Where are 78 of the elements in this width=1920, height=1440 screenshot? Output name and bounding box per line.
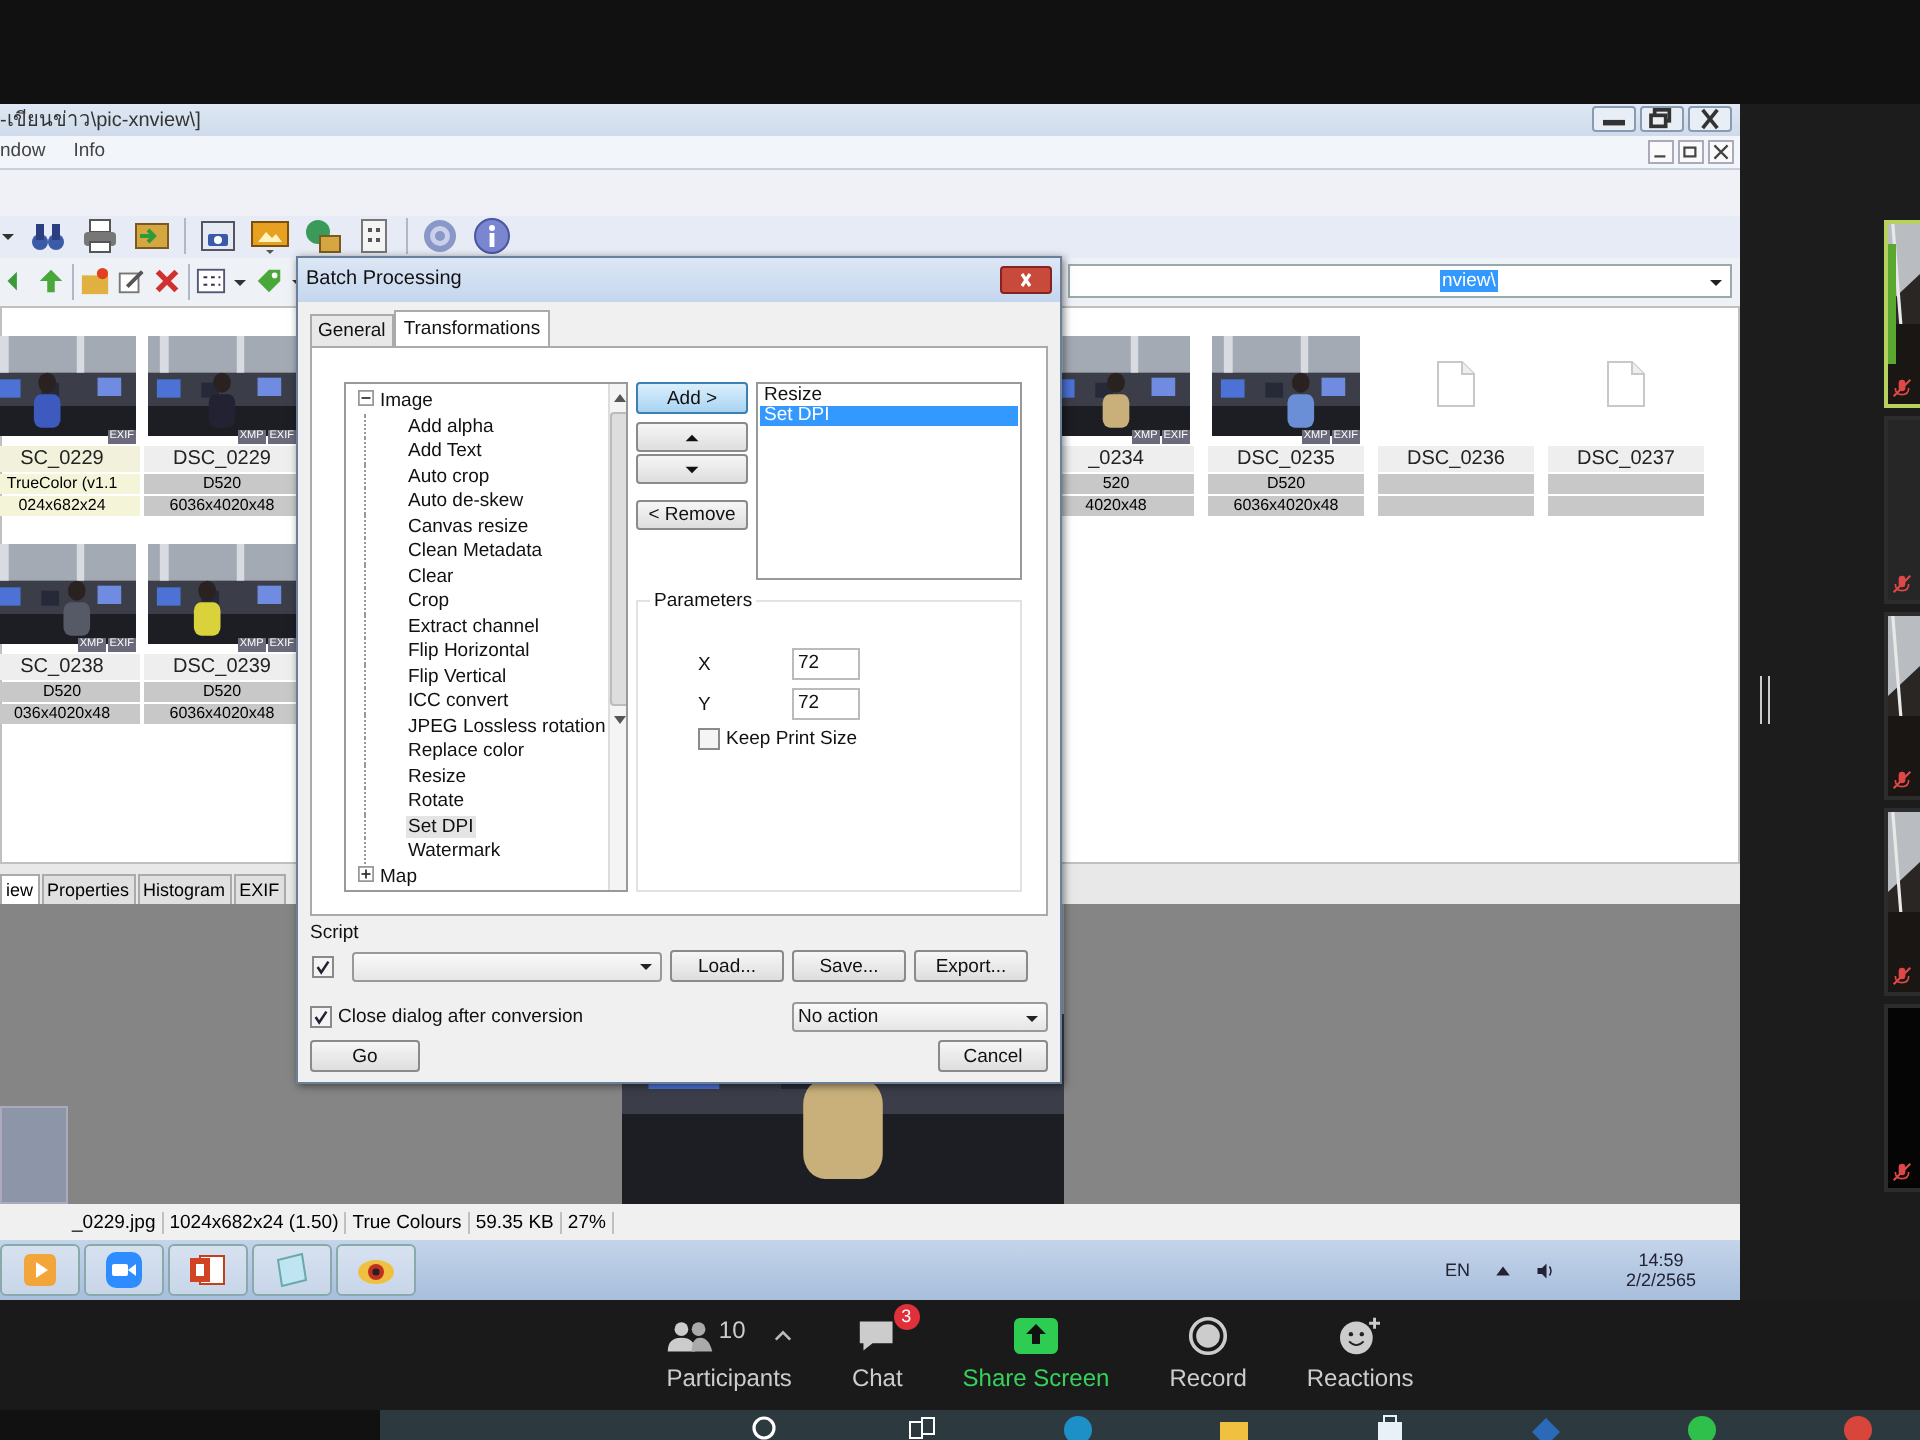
tree-item[interactable]: Resize [406,765,469,788]
thumbnail-info: 6036x4020x48 [1208,495,1364,516]
panel-tab[interactable]: EXIF [233,874,286,905]
toolbar-button[interactable]: Reactions [1294,1300,1426,1410]
tree-item[interactable]: Flip Horizontal [406,640,532,663]
go-button[interactable]: Go [310,1040,420,1072]
status-text: 27% [561,1211,614,1234]
tree-item[interactable]: Clean Metadata [406,540,545,563]
menu-item[interactable]: Info [73,140,134,163]
clock-time: 14:59 [1638,1250,1684,1271]
tree-item[interactable]: Set DPI [406,815,476,838]
panel-tab[interactable]: Properties [41,874,136,905]
script-button[interactable]: Save... [792,950,906,982]
list-item[interactable]: Resize [760,386,1018,407]
thumbnail-info: 6036x4020x48 [144,703,300,724]
thumbnail-info: 036x4020x48 [0,703,140,724]
window-title: -เขียนข่าว\pic-xnview\] [0,107,201,135]
thumbnail-name[interactable]: DSC_0237 [1548,445,1704,472]
toolbar-button[interactable]: Record [1157,1300,1259,1410]
status-text: 59.35 KB [469,1211,562,1234]
thumbnail-name[interactable]: DSC_0239 [144,653,300,680]
thumbnail-info: 024x682x24 [0,495,140,516]
cancel-button[interactable]: Cancel [938,1040,1048,1072]
dialog-tab[interactable]: Transformations [393,310,551,347]
tree-item[interactable]: Add Text [406,440,484,463]
status-text: _0229.jpg [66,1211,164,1234]
add-button[interactable]: Add > [636,382,748,415]
tree-item[interactable]: Auto crop [406,465,492,488]
thumbnail-info: 6036x4020x48 [144,495,300,516]
tree-item[interactable]: ICC convert [406,690,511,713]
language-indicator[interactable]: EN [1444,1260,1470,1281]
script-button[interactable]: Load... [670,950,784,982]
thumbnail-info: D520 [144,681,300,702]
group-label: Parameters [650,590,757,613]
script-button[interactable]: Export... [914,950,1028,982]
tree-item[interactable]: Crop [406,590,452,613]
thumbnail-name[interactable]: SC_0238 [0,653,140,680]
tree-item[interactable]: Add alpha [406,415,496,438]
dialog-title: Batch Processing [306,268,462,291]
notification-badge: 3 [893,1304,920,1330]
thumbnail-info: D520 [1208,473,1364,494]
checkbox-label: Keep Print Size [726,728,857,751]
dialog-tab[interactable]: General [310,314,394,347]
panel-tab[interactable]: iew [0,874,40,905]
status-text: 1024x682x24 (1.50) [163,1211,347,1234]
tree-item[interactable]: Watermark [406,840,503,863]
tree-item[interactable]: Rotate [406,790,466,813]
section-label: Script [310,922,361,944]
input-field[interactable]: 72 [792,688,860,721]
panel-tab[interactable]: Histogram [137,874,232,905]
tree-item[interactable]: Extract channel [406,615,541,638]
menu-item[interactable]: ndow [0,140,74,163]
remove-button[interactable]: < Remove [636,500,748,531]
thumbnail-info: TrueColor (v1.1 [0,473,140,494]
thumbnail-info: D520 [144,473,300,494]
tree-item[interactable]: Replace color [406,740,527,763]
tree-item[interactable]: JPEG Lossless rotation [406,715,608,738]
input-field[interactable]: 72 [792,648,860,681]
toolbar-button[interactable]: 3 Chat [839,1300,915,1410]
field-label: Y [698,693,713,716]
thumbnail-info: D520 [0,681,140,702]
tree-item[interactable]: Image [378,390,435,413]
tree-item[interactable]: Map [378,865,419,888]
tree-item[interactable]: Clear [406,565,456,588]
thumbnail-name[interactable]: DSC_0235 [1208,445,1364,472]
toolbar-button[interactable]: Share Screen [950,1300,1122,1410]
clock-date: 2/2/2565 [1625,1270,1696,1291]
status-text: True Colours [346,1211,470,1234]
thumbnail-name[interactable]: SC_0229 [0,445,140,472]
thumbnail-name[interactable]: DSC_0229 [144,445,300,472]
tree-item[interactable]: Flip Vertical [406,665,509,688]
field-label: X [698,653,713,676]
thumbnail-name[interactable]: DSC_0236 [1378,445,1534,472]
toolbar-button[interactable]: 10 Participants [654,1300,804,1410]
action-dropdown[interactable]: No action [792,1002,1048,1032]
checkbox-label: Close dialog after conversion [338,1006,584,1028]
tree-item[interactable]: Auto de-skew [406,490,526,513]
tree-item[interactable]: Canvas resize [406,515,531,538]
